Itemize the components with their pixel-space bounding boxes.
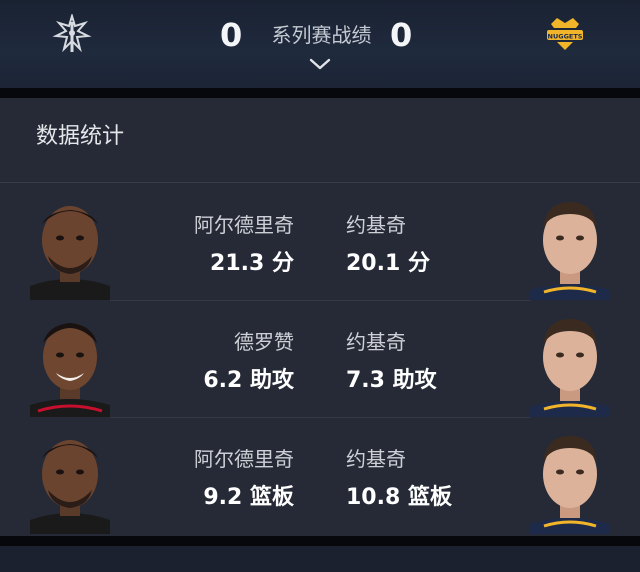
player-portrait-right xyxy=(530,319,610,417)
left-player-name: 德罗赞 xyxy=(234,330,294,354)
nuggets-logo-text: NUGGETS xyxy=(548,33,583,41)
left-player-name: 阿尔德里奇 xyxy=(194,213,294,237)
series-header: 0 系列赛战绩 0 NUGGETS xyxy=(0,0,640,88)
player-portrait-right xyxy=(530,202,610,300)
right-player-stat: 20.1 分 xyxy=(346,251,430,276)
right-player-name: 约基奇 xyxy=(346,330,406,354)
player-portrait-left xyxy=(30,206,110,300)
stats-panel: 数据统计 阿尔德里奇 21.3 分 约基奇 20.1 分 德罗赞 6.2 助攻 … xyxy=(0,98,640,536)
right-player-stat: 10.8 篮板 xyxy=(346,485,452,510)
section-gap xyxy=(0,536,640,546)
left-player-stat: 21.3 分 xyxy=(210,251,294,276)
player-portrait-right xyxy=(530,436,610,534)
stat-row-assists[interactable]: 德罗赞 6.2 助攻 约基奇 7.3 助攻 xyxy=(0,301,640,418)
chevron-down-icon[interactable] xyxy=(308,56,332,72)
section-gap xyxy=(0,88,640,98)
player-portrait-left xyxy=(30,440,110,534)
title-divider xyxy=(0,182,640,183)
nuggets-logo-icon: NUGGETS xyxy=(547,18,583,50)
right-player-name: 约基奇 xyxy=(346,447,406,471)
series-record-label: 系列赛战绩 xyxy=(271,23,372,47)
stats-section-title: 数据统计 xyxy=(36,124,125,149)
stat-row-points[interactable]: 阿尔德里奇 21.3 分 约基奇 20.1 分 xyxy=(0,184,640,301)
left-player-stat: 6.2 助攻 xyxy=(203,368,294,393)
next-section-edge xyxy=(0,546,640,572)
away-series-score: 0 xyxy=(390,16,413,54)
left-player-name: 阿尔德里奇 xyxy=(194,447,294,471)
stat-row-rebounds[interactable]: 阿尔德里奇 9.2 篮板 约基奇 10.8 篮板 xyxy=(0,418,640,535)
home-series-score: 0 xyxy=(220,16,243,54)
spurs-logo-icon xyxy=(52,14,92,53)
player-portrait-left xyxy=(30,323,110,417)
left-player-stat: 9.2 篮板 xyxy=(203,485,294,510)
right-player-name: 约基奇 xyxy=(346,213,406,237)
right-player-stat: 7.3 助攻 xyxy=(346,368,437,393)
